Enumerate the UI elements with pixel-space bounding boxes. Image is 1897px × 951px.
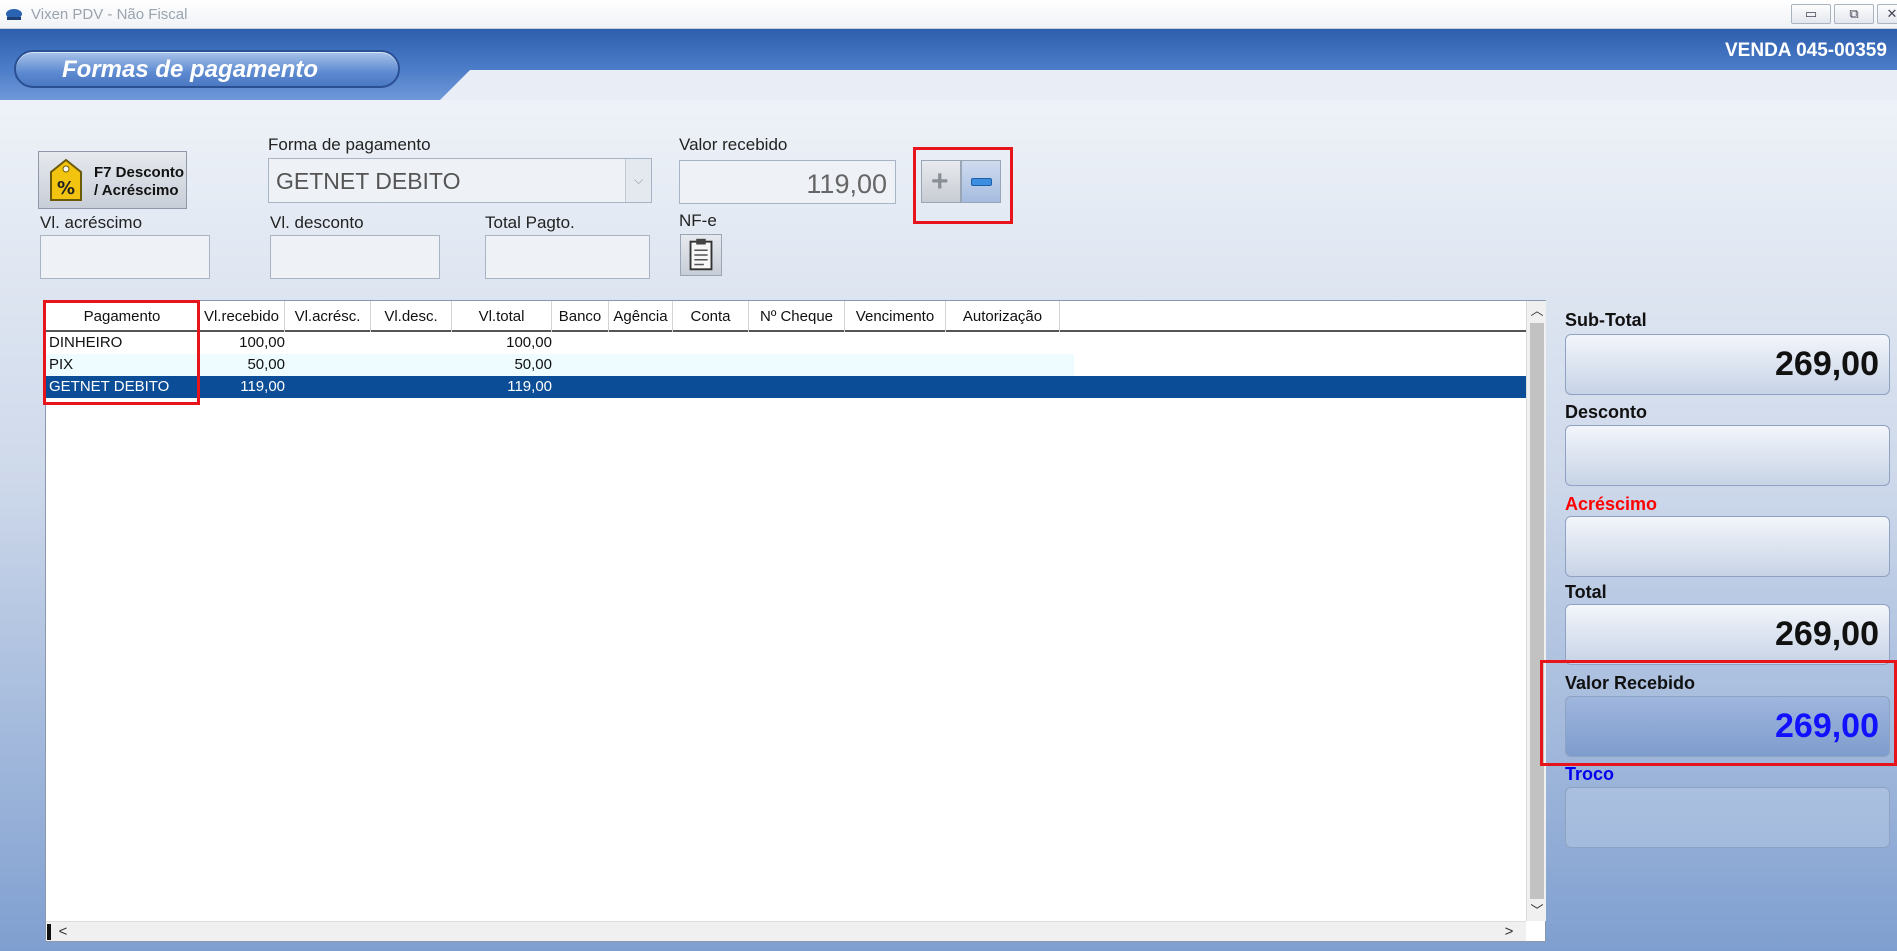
table-row[interactable]: DINHEIRO 100,00 100,00 — [46, 332, 1526, 354]
row-tail-background — [1074, 354, 1526, 376]
percent-tag-icon: % — [50, 158, 82, 201]
col-agencia[interactable]: Agência — [609, 301, 673, 332]
cell-vl-total: 119,00 — [507, 378, 552, 395]
desconto-box — [1565, 425, 1890, 486]
scroll-down-icon[interactable]: ﹀ — [1527, 901, 1547, 921]
section-title: Formas de pagamento — [62, 56, 319, 83]
subtotal-box: 269,00 — [1565, 334, 1890, 395]
vertical-scrollbar[interactable]: ︿ ﹀ — [1526, 301, 1546, 921]
discount-button-label-1: F7 Desconto — [94, 164, 185, 181]
header-notch — [440, 70, 1897, 100]
col-vl-desc[interactable]: Vl.desc. — [371, 301, 452, 332]
minimize-icon: ▭ — [1804, 6, 1818, 21]
restore-icon: ⧉ — [1849, 6, 1859, 21]
grid-header: Pagamento Vl.recebido Vl.acrésc. Vl.desc… — [46, 301, 1526, 332]
col-autorizacao[interactable]: Autorização — [946, 301, 1060, 332]
forma-pagamento-value: GETNET DEBITO — [276, 168, 461, 194]
valor-recebido-input[interactable]: 119,00 — [679, 160, 896, 204]
total-box: 269,00 — [1565, 604, 1890, 665]
highlight-pagamento-column — [43, 300, 200, 405]
discount-surcharge-button[interactable]: % F7 Desconto / Acréscimo — [38, 151, 187, 209]
window-titlebar: Vixen PDV - Não Fiscal ▭ ⧉ ✕ — [0, 0, 1897, 29]
total-value: 269,00 — [1775, 615, 1879, 653]
acrescimo-label: Acréscimo — [1565, 494, 1658, 514]
cell-vl-recebido: 119,00 — [240, 378, 285, 395]
plus-icon: + — [931, 165, 949, 198]
valor-recebido-label: Valor recebido — [679, 135, 788, 154]
scroll-left-icon[interactable]: < — [54, 922, 72, 942]
minus-icon — [971, 178, 992, 186]
sale-number: VENDA 045-00359 — [1725, 40, 1887, 61]
col-vencimento[interactable]: Vencimento — [845, 301, 946, 332]
table-row-selected[interactable]: GETNET DEBITO 119,00 119,00 — [46, 376, 1526, 398]
nfe-label: NF-e — [679, 211, 717, 230]
cell-vl-recebido: 100,00 — [239, 334, 285, 351]
scroll-thumb[interactable] — [1530, 323, 1544, 899]
chevron-down-icon: ⌵ — [633, 173, 644, 187]
scroll-up-icon[interactable]: ︿ — [1527, 301, 1547, 321]
highlight-valor-recebido — [1540, 660, 1897, 766]
horizontal-scrollbar[interactable]: < > — [46, 921, 1526, 941]
scroll-right-icon[interactable]: > — [1500, 922, 1518, 942]
restore-button[interactable]: ⧉ — [1834, 4, 1874, 24]
clipboard-icon — [689, 238, 713, 271]
vl-desconto-label: Vl. desconto — [270, 213, 364, 232]
acrescimo-box — [1565, 516, 1890, 577]
vl-desconto-input[interactable] — [270, 235, 440, 279]
col-n-cheque[interactable]: Nº Cheque — [749, 301, 845, 332]
col-vl-total[interactable]: Vl.total — [452, 301, 552, 332]
col-vl-acresc[interactable]: Vl.acrésc. — [285, 301, 371, 332]
forma-pagamento-select[interactable]: GETNET DEBITO ⌵ — [268, 158, 652, 203]
cell-vl-recebido: 50,00 — [247, 356, 285, 373]
total-label: Total — [1565, 582, 1607, 602]
close-button[interactable]: ✕ — [1877, 4, 1897, 24]
dropdown-arrow[interactable]: ⌵ — [625, 159, 651, 202]
close-icon: ✕ — [1886, 6, 1897, 21]
col-vl-recebido[interactable]: Vl.recebido — [199, 301, 285, 332]
svg-text:%: % — [57, 178, 75, 199]
add-payment-button[interactable]: + — [921, 160, 961, 203]
nfe-button[interactable] — [680, 234, 722, 276]
troco-box — [1565, 787, 1890, 848]
desconto-label: Desconto — [1565, 402, 1648, 422]
vl-acrescimo-label: Vl. acréscimo — [40, 213, 143, 232]
window-title: Vixen PDV - Não Fiscal — [31, 6, 188, 23]
subtotal-value: 269,00 — [1775, 345, 1879, 383]
total-pagto-input[interactable] — [485, 235, 650, 279]
cell-vl-total: 50,00 — [514, 356, 552, 373]
total-pagto-label: Total Pagto. — [485, 213, 575, 232]
forma-pagamento-label: Forma de pagamento — [268, 135, 431, 154]
troco-label: Troco — [1565, 764, 1615, 784]
app-logo-icon — [6, 9, 22, 20]
subtotal-label: Sub-Total — [1565, 310, 1647, 330]
scroll-start-marker — [47, 924, 51, 940]
col-banco[interactable]: Banco — [552, 301, 609, 332]
discount-button-label-2: / Acréscimo — [94, 182, 179, 199]
table-row[interactable]: PIX 50,00 50,00 — [46, 354, 1526, 376]
cell-vl-total: 100,00 — [506, 334, 552, 351]
valor-recebido-value: 119,00 — [806, 169, 887, 199]
minimize-button[interactable]: ▭ — [1791, 4, 1831, 24]
col-conta[interactable]: Conta — [673, 301, 749, 332]
remove-payment-button[interactable] — [961, 160, 1001, 203]
vl-acrescimo-input[interactable] — [40, 235, 210, 279]
